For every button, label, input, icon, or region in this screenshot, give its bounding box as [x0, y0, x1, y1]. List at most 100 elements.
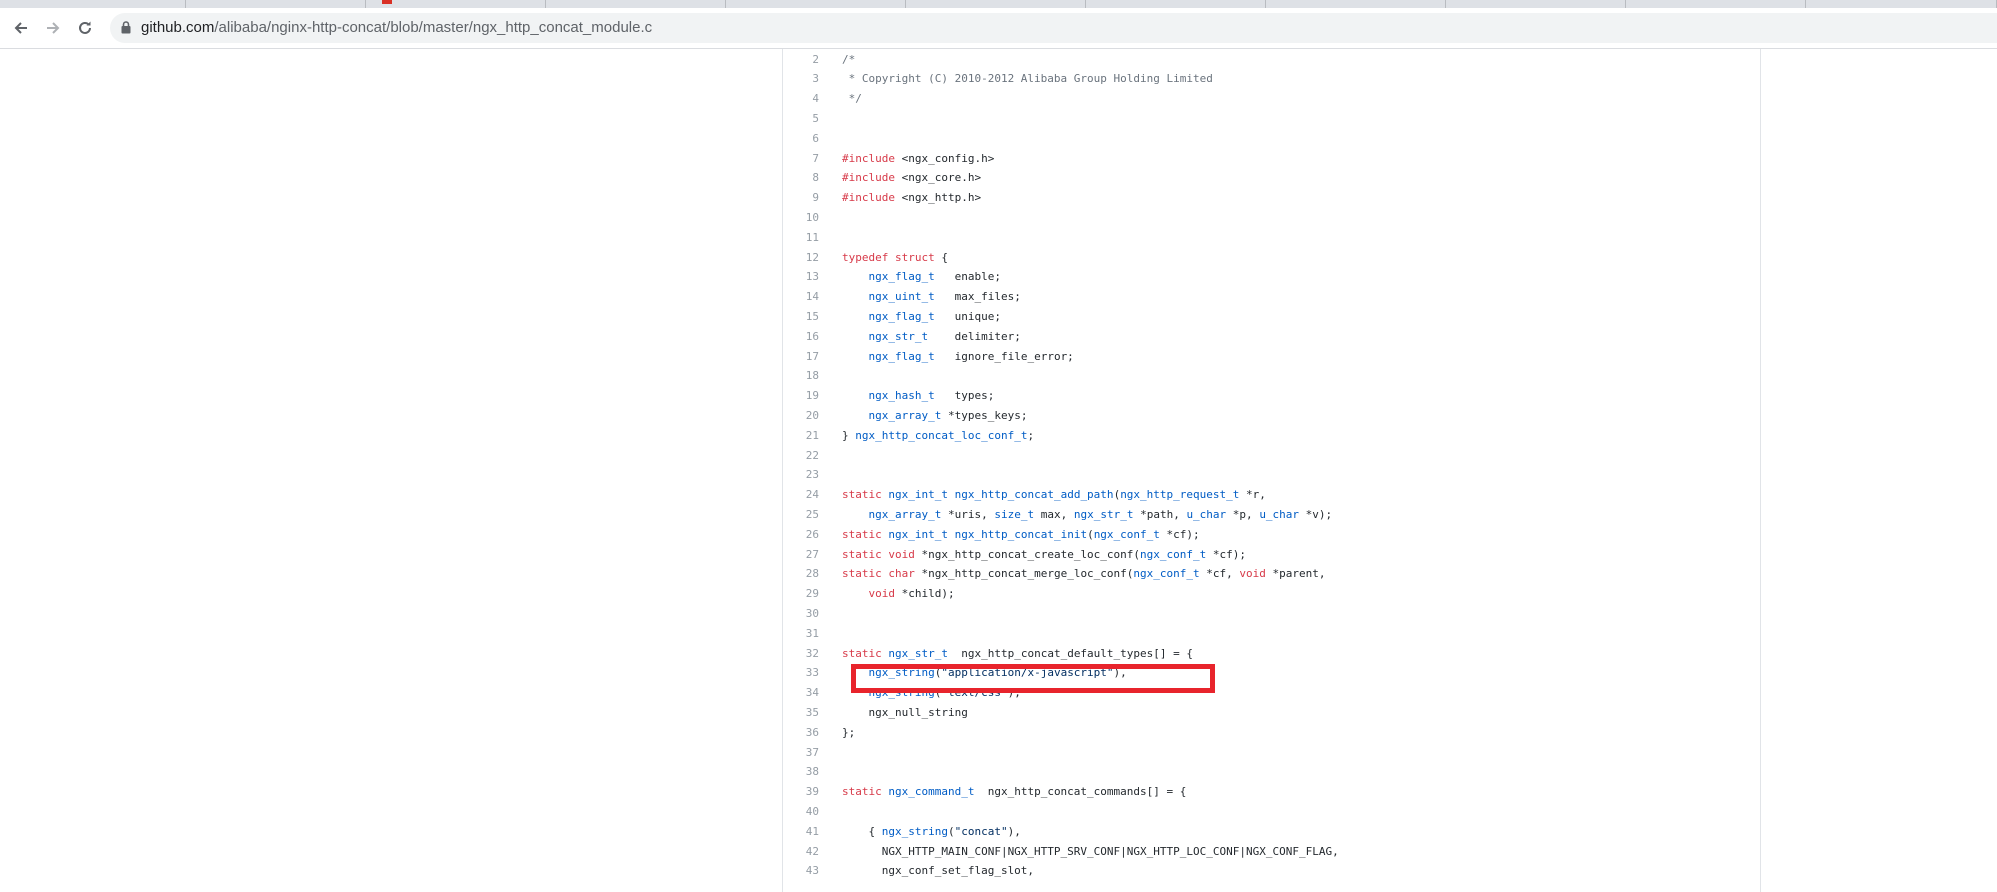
reload-button[interactable]	[71, 14, 99, 42]
browser-tab[interactable]	[1626, 0, 1806, 8]
browser-tab[interactable]	[366, 0, 546, 8]
line-code: static ngx_int_t ngx_http_concat_add_pat…	[823, 488, 1266, 501]
back-button[interactable]	[7, 14, 35, 42]
line-number[interactable]: 10	[783, 211, 823, 224]
code-token: ngx_hash_t	[868, 389, 935, 403]
code-token: *ngx_http_concat_merge_loc_conf(	[914, 567, 1134, 581]
code-line: 37	[783, 742, 1760, 762]
line-number[interactable]: 6	[783, 132, 823, 145]
line-number[interactable]: 20	[783, 409, 823, 422]
url-text[interactable]: github.com/alibaba/nginx-http-concat/blo…	[141, 19, 652, 37]
code-token: enable;	[934, 270, 1001, 284]
line-number[interactable]: 31	[783, 627, 823, 640]
browser-tab[interactable]	[1806, 0, 1997, 8]
code-token: ngx_http_concat_commands[] = {	[974, 785, 1187, 799]
line-number[interactable]: 41	[783, 825, 823, 838]
code-token: ),	[1007, 824, 1021, 838]
forward-button[interactable]	[39, 14, 67, 42]
code-token: (	[947, 824, 955, 838]
line-number[interactable]: 29	[783, 587, 823, 600]
line-number[interactable]: 5	[783, 112, 823, 125]
line-number[interactable]: 2	[783, 53, 823, 66]
code-token: static	[842, 527, 882, 541]
line-number[interactable]: 26	[783, 528, 823, 541]
code-token: ngx_command_t	[888, 785, 975, 799]
line-number[interactable]: 22	[783, 449, 823, 462]
code-token: delimiter;	[928, 329, 1021, 343]
browser-tab[interactable]	[186, 0, 366, 8]
code-token: ngx_int_t	[888, 527, 948, 541]
line-number[interactable]: 9	[783, 191, 823, 204]
code-line: 36};	[783, 722, 1760, 742]
line-number[interactable]: 39	[783, 785, 823, 798]
line-number[interactable]: 25	[783, 508, 823, 521]
line-code: };	[823, 726, 855, 739]
browser-tab[interactable]	[1446, 0, 1626, 8]
line-number[interactable]: 13	[783, 270, 823, 283]
line-number[interactable]: 4	[783, 92, 823, 105]
line-number[interactable]: 11	[783, 231, 823, 244]
code-token: unique;	[934, 309, 1001, 323]
line-number[interactable]: 34	[783, 686, 823, 699]
code-line: 41 { ngx_string("concat"),	[783, 821, 1760, 841]
line-code: static ngx_command_t ngx_http_concat_com…	[823, 785, 1186, 798]
code-line: 29 void *child);	[783, 584, 1760, 604]
address-bar[interactable]: github.com/alibaba/nginx-http-concat/blo…	[110, 13, 1997, 43]
line-number[interactable]: 30	[783, 607, 823, 620]
line-number[interactable]: 37	[783, 746, 823, 759]
line-code: ngx_str_t delimiter;	[823, 330, 1021, 343]
browser-tab[interactable]	[906, 0, 1086, 8]
line-code: typedef struct {	[823, 251, 948, 264]
line-number[interactable]: 23	[783, 468, 823, 481]
line-number[interactable]: 21	[783, 429, 823, 442]
code-token: size_t	[994, 507, 1035, 521]
line-code: #include <ngx_http.h>	[823, 191, 981, 204]
line-number[interactable]: 32	[783, 647, 823, 660]
line-number[interactable]: 43	[783, 864, 823, 877]
code-token: static	[842, 488, 882, 502]
line-number[interactable]: 27	[783, 548, 823, 561]
browser-tab[interactable]	[1086, 0, 1266, 8]
line-number[interactable]: 7	[783, 152, 823, 165]
code-line: 39 static ngx_command_t ngx_http_concat_c…	[783, 782, 1760, 802]
browser-tab[interactable]	[0, 0, 186, 8]
code-token: ngx_flag_t	[868, 349, 935, 363]
line-number[interactable]: 33	[783, 666, 823, 679]
code-token: u_char	[1259, 507, 1300, 521]
line-number[interactable]: 12	[783, 251, 823, 264]
line-code: static char *ngx_http_concat_merge_loc_c…	[823, 567, 1326, 580]
line-number[interactable]: 14	[783, 290, 823, 303]
line-number[interactable]: 42	[783, 845, 823, 858]
line-number[interactable]: 8	[783, 171, 823, 184]
forward-arrow-icon	[47, 22, 60, 34]
line-number[interactable]: 38	[783, 765, 823, 778]
code-token: static	[842, 646, 882, 660]
code-line: 22	[783, 445, 1760, 465]
line-number[interactable]: 18	[783, 369, 823, 382]
browser-tab[interactable]	[546, 0, 726, 8]
line-number[interactable]: 35	[783, 706, 823, 719]
browser-tab[interactable]	[1266, 0, 1446, 8]
line-number[interactable]: 24	[783, 488, 823, 501]
code-line: 15 ngx_flag_t unique;	[783, 306, 1760, 326]
line-number[interactable]: 16	[783, 330, 823, 343]
code-token: ignore_file_error;	[934, 349, 1074, 363]
line-number[interactable]: 40	[783, 805, 823, 818]
line-number[interactable]: 28	[783, 567, 823, 580]
code-token: ngx_conf_set_flag_slot,	[842, 864, 1035, 878]
line-number[interactable]: 19	[783, 389, 823, 402]
code-token: ngx_str_t	[888, 646, 948, 660]
line-number[interactable]: 36	[783, 726, 823, 739]
line-code: NGX_HTTP_MAIN_CONF|NGX_HTTP_SRV_CONF|NGX…	[823, 845, 1339, 858]
code-token: char	[888, 567, 915, 581]
line-number[interactable]: 17	[783, 350, 823, 363]
code-token: * Copyright (C) 2010-2012 Alibaba Group …	[842, 72, 1213, 86]
browser-tab[interactable]	[726, 0, 906, 8]
code-token: <ngx_core.h>	[894, 171, 982, 185]
line-number[interactable]: 3	[783, 72, 823, 85]
line-number[interactable]: 15	[783, 310, 823, 323]
